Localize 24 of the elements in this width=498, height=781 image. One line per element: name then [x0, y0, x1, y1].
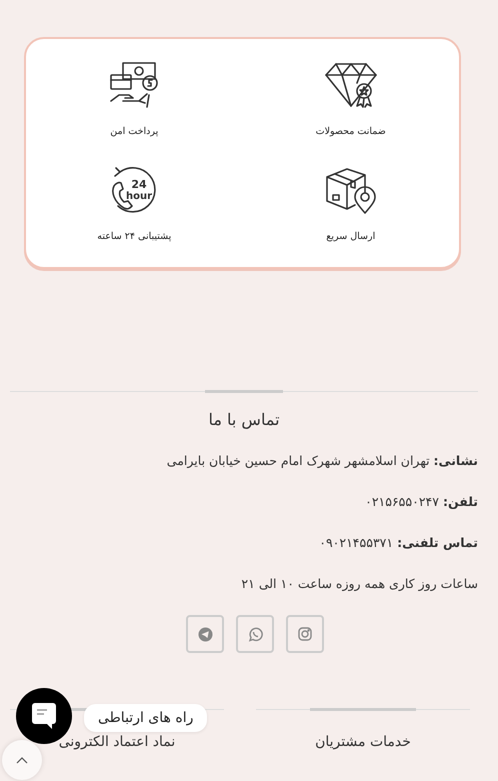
contact-info: نشانی: تهران اسلامشهر شهرک امام حسین خیابان بایرامی — [166, 452, 478, 470]
contact-info: تلفن: ۰۲۱۵۶۵۵۰۲۴۷ — [364, 493, 478, 511]
feature-label: پشتیبانی ۲۴ ساعته — [97, 231, 172, 242]
social-button[interactable] — [286, 615, 324, 653]
telegram-icon — [198, 626, 212, 642]
scroll-top-button[interactable] — [2, 740, 42, 780]
footer-heading: نماد اعتماد الکترونی — [58, 734, 176, 750]
footer-heading: خدمات مشتریان — [315, 734, 411, 750]
contact-info: ساعات روز کاری همه روزه ساعت ۱۰ الی ۲۱ — [240, 575, 478, 593]
package-location-icon — [324, 165, 377, 215]
contact-heading: تماس با ما — [207, 410, 281, 429]
feature-label: ارسال سریع — [326, 231, 376, 242]
whatsapp-icon — [248, 626, 262, 642]
instagram-icon — [298, 627, 312, 641]
diamond-icon — [324, 61, 378, 109]
chevron-up-icon — [16, 756, 28, 764]
chat-icon — [31, 702, 57, 730]
feature-label: پرداخت امن — [110, 126, 158, 137]
chat-tooltip: راه های ارتباطی — [84, 704, 208, 732]
social-button[interactable] — [186, 615, 224, 653]
social-button[interactable] — [236, 615, 274, 653]
payment-icon — [109, 61, 160, 109]
contact-info: تماس تلفنی: ۰۹۰۲۱۴۵۵۳۷۱ — [318, 534, 478, 552]
feature-label: ضمانت محصولات — [316, 126, 386, 137]
